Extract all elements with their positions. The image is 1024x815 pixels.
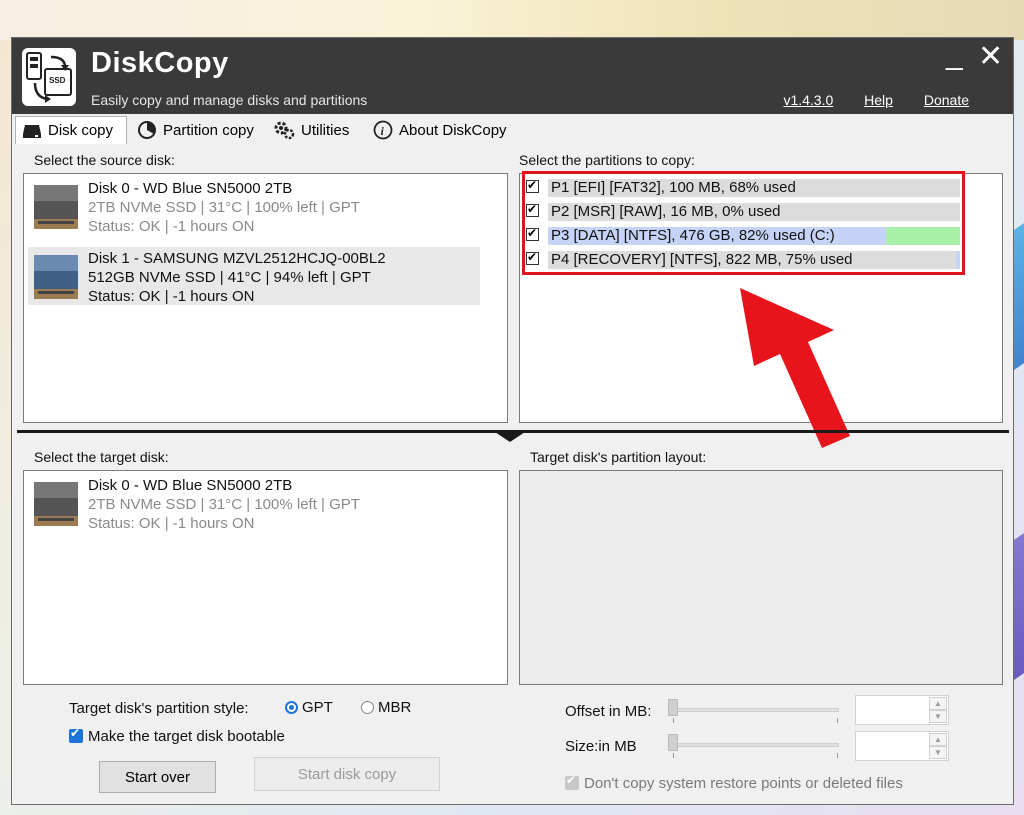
spin-up-button[interactable]: ▲ [929,697,947,710]
diskcopy-window: SSD DiskCopy Easily copy and manage disk… [11,37,1014,805]
diskcopy-logo-icon: SSD [22,48,76,106]
size-label: Size:in MB [565,738,637,755]
disk-status: Status: OK | -1 hours ON [88,515,255,532]
title-bar: SSD DiskCopy Easily copy and manage disk… [12,38,1013,114]
mbr-radio[interactable] [361,701,374,714]
slider-tick [673,718,674,723]
target-disk-list[interactable]: Disk 0 - WD Blue SN5000 2TB 2TB NVMe SSD… [23,470,508,685]
hard-drive-icon [34,482,78,526]
offset-slider[interactable] [668,708,839,712]
desktop-background [0,0,1024,40]
close-button[interactable]: ✕ [978,42,1003,72]
mbr-label[interactable]: MBR [378,699,411,716]
start-over-button[interactable]: Start over [99,761,216,793]
bootable-checkbox[interactable] [69,726,83,743]
disk-name: Disk 1 - SAMSUNG MZVL2512HCJQ-00BL2 [88,250,386,267]
slider-tick [673,753,674,758]
size-spinbox[interactable]: ▲ ▼ [855,731,949,761]
version-link[interactable]: v1.4.3.0 [783,92,833,108]
minimize-button[interactable]: _ [946,40,963,70]
target-disk-label: Select the target disk: [34,449,169,465]
tab-label: About DiskCopy [399,121,507,139]
offset-label: Offset in MB: [565,703,652,720]
gpt-label[interactable]: GPT [302,699,333,716]
partition-icon [138,121,156,139]
start-disk-copy-button[interactable]: Start disk copy [254,757,440,791]
slider-tick [837,718,838,723]
source-disk-item-selected[interactable]: Disk 1 - SAMSUNG MZVL2512HCJQ-00BL2 512G… [28,247,480,305]
help-link[interactable]: Help [864,92,893,108]
header-links: v1.4.3.0 Help Donate [756,92,969,108]
offset-spinbox[interactable]: ▲ ▼ [855,695,949,725]
source-disk-item[interactable]: Disk 0 - WD Blue SN5000 2TB 2TB NVMe SSD… [28,177,480,235]
donate-link[interactable]: Donate [924,92,969,108]
divider-arrow-icon [492,430,528,442]
offset-slider-thumb[interactable] [668,699,678,716]
tab-label: Partition copy [163,121,254,139]
target-partition-layout [519,470,1003,685]
partitions-label: Select the partitions to copy: [519,152,695,168]
disk-detail: 2TB NVMe SSD | 31°C | 100% left | GPT [88,496,360,513]
red-arrow-annotation [740,288,850,448]
disk-status: Status: OK | -1 hours ON [88,288,255,305]
spin-down-button[interactable]: ▼ [929,710,947,723]
highlight-annotation-box [522,171,965,275]
size-slider-thumb[interactable] [668,734,678,751]
bootable-label[interactable]: Make the target disk bootable [88,728,285,745]
restore-points-label[interactable]: Don't copy system restore points or dele… [584,775,903,792]
svg-text:i: i [381,124,385,138]
tab-utilities[interactable]: Utilities [267,116,363,144]
app-title: DiskCopy [91,47,229,79]
disk-detail: 2TB NVMe SSD | 31°C | 100% left | GPT [88,199,360,216]
tab-label: Disk copy [48,122,114,139]
slider-tick [837,753,838,758]
tab-disk-copy[interactable]: Disk copy [15,116,127,144]
tab-about[interactable]: i About DiskCopy [367,116,515,144]
tab-bar: Disk copy Partition copy Utilities i Abo… [12,116,1013,144]
gears-icon [274,121,295,140]
disk-detail: 512GB NVMe SSD | 41°C | 94% left | GPT [88,269,371,286]
source-disk-list[interactable]: Disk 0 - WD Blue SN5000 2TB 2TB NVMe SSD… [23,173,508,423]
target-disk-item[interactable]: Disk 0 - WD Blue SN5000 2TB 2TB NVMe SSD… [28,474,480,532]
target-layout-label: Target disk's partition layout: [530,449,707,465]
hard-drive-icon [34,255,78,299]
disk-icon [23,124,41,138]
tab-label: Utilities [301,121,350,139]
disk-name: Disk 0 - WD Blue SN5000 2TB [88,477,293,494]
info-icon: i [373,120,393,140]
disk-status: Status: OK | -1 hours ON [88,218,255,235]
tab-partition-copy[interactable]: Partition copy [131,116,263,144]
svg-text:SSD: SSD [49,76,66,85]
app-subtitle: Easily copy and manage disks and partiti… [91,92,368,108]
spin-up-button[interactable]: ▲ [929,733,947,746]
disk-name: Disk 0 - WD Blue SN5000 2TB [88,180,293,197]
size-slider[interactable] [668,743,839,747]
spin-down-button[interactable]: ▼ [929,746,947,759]
restore-points-checkbox[interactable] [565,773,579,790]
gpt-radio[interactable] [285,701,298,714]
partition-style-label: Target disk's partition style: [69,700,249,717]
hard-drive-icon [34,185,78,229]
source-disk-label: Select the source disk: [34,152,175,168]
